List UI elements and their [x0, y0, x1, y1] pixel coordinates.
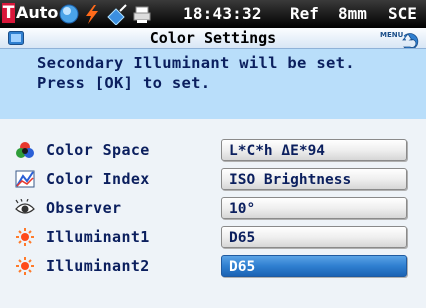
message-line-1: Secondary Illuminant will be set.: [37, 54, 355, 72]
message-panel: Secondary Illuminant will be set. Press …: [0, 49, 426, 119]
color-index-icon: [15, 170, 35, 188]
target-mode-icon: T: [2, 3, 15, 23]
color-space-label: Color Space: [46, 141, 150, 159]
illuminant2-sun-icon: [16, 257, 34, 275]
flash-icon: [86, 5, 98, 24]
observer-label: Observer: [46, 199, 122, 217]
illuminant2-field[interactable]: D65: [221, 255, 407, 277]
title-bar: Color Settings MENU: [0, 28, 426, 50]
color-index-field[interactable]: ISO Brightness: [221, 168, 407, 190]
observer-eye-icon: [15, 199, 35, 214]
menu-label: MENU: [380, 31, 404, 39]
color-index-label: Color Index: [46, 170, 150, 188]
color-index-value: ISO Brightness: [229, 172, 352, 188]
page-title: Color Settings: [149, 29, 277, 47]
color-space-icon: [16, 142, 34, 158]
aperture-indicator: 8mm: [338, 4, 367, 23]
status-bar: T Auto 18:43:32 Ref 8mm SCE: [0, 0, 426, 28]
color-space-value: L*C*h ΔE*94: [229, 143, 326, 159]
illuminant1-value: D65: [229, 230, 256, 246]
menu-back-icon: MENU: [380, 31, 419, 50]
status-icons: [59, 4, 151, 25]
auto-mode-label: Auto: [16, 3, 59, 22]
cleaning-icon: [107, 4, 127, 25]
measurement-globe-icon: [59, 4, 79, 24]
print-icon: [133, 6, 151, 23]
illuminant1-sun-icon: [16, 228, 34, 246]
observer-value: 10°: [229, 201, 256, 217]
illuminant2-value: D65: [229, 259, 256, 275]
illuminant1-label: Illuminant1: [46, 228, 150, 246]
observer-field[interactable]: 10°: [221, 197, 407, 219]
clock: 18:43:32: [183, 4, 262, 23]
specular-mode-indicator: SCE: [388, 4, 417, 23]
illuminant2-label: Illuminant2: [46, 257, 150, 275]
reference-indicator: Ref: [290, 4, 319, 23]
menu-back-button[interactable]: MENU: [378, 29, 422, 50]
color-space-field[interactable]: L*C*h ΔE*94: [221, 139, 407, 161]
illuminant1-field[interactable]: D65: [221, 226, 407, 248]
message-line-2: Press [OK] to set.: [37, 74, 211, 92]
